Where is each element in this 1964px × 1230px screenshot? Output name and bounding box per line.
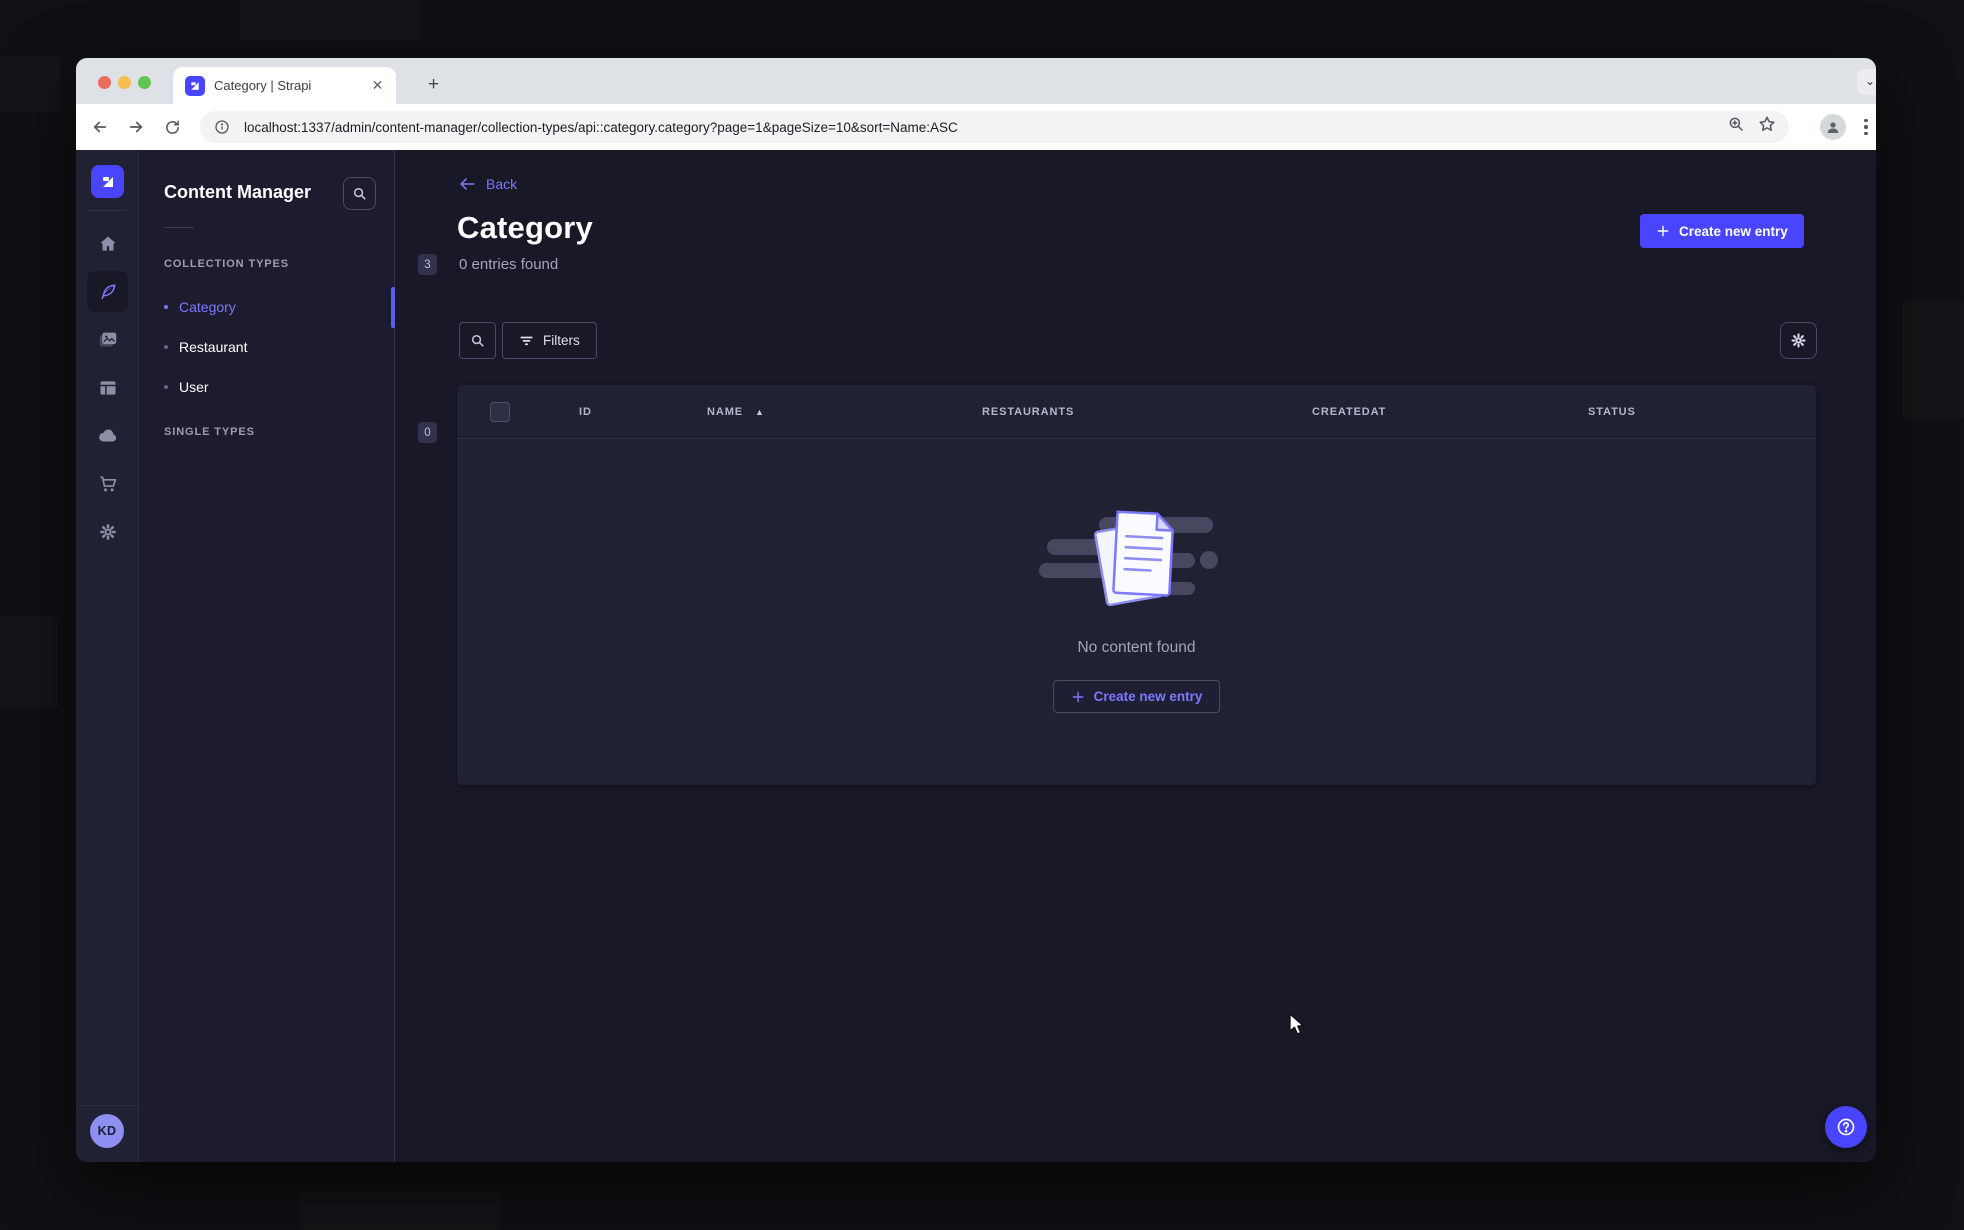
tab-search-chevron-icon[interactable]: ⌄ [1857,69,1876,95]
empty-state-text: No content found [1077,639,1196,656]
single-types-label: SINGLE TYPES [164,426,255,438]
help-button[interactable] [1825,1106,1867,1148]
filters-label: Filters [543,333,580,348]
column-header-createdat[interactable]: CREATEDAT [1312,385,1386,439]
urlbar-actions [1727,115,1776,133]
entries-table: ID NAME ▲ RESTAURANTS CREATEDAT STATUS N… [457,385,1816,785]
browser-window: Category | Strapi ✕ + ⌄ localhost:1337/a… [76,58,1876,1162]
collection-types-label: COLLECTION TYPES [164,258,290,270]
subnav-search-button[interactable] [343,177,376,210]
filters-button[interactable]: Filters [502,322,597,359]
wallpaper-shape [0,616,58,708]
site-info-icon[interactable] [214,119,230,135]
browser-tab[interactable]: Category | Strapi ✕ [173,67,396,104]
rail-divider [88,210,126,211]
back-link[interactable]: Back [459,176,517,192]
forward-icon[interactable] [124,115,148,139]
subnav-item-label: User [179,379,209,395]
select-all-checkbox[interactable] [490,402,510,422]
create-new-entry-button[interactable]: Create new entry [1640,214,1804,248]
bullet-icon [164,345,168,349]
bullet-icon [164,305,168,309]
column-header-restaurants[interactable]: RESTAURANTS [982,385,1074,439]
main-content: Back Category 0 entries found Create new… [396,150,1876,1162]
browser-menu-icon[interactable] [1858,117,1874,137]
strapi-admin: KD Content Manager COLLECTION TYPES 3 Ca… [76,150,1876,1162]
new-tab-button[interactable]: + [421,73,446,98]
main-nav-rail: KD [76,150,139,1162]
wallpaper-shape [240,0,420,40]
wallpaper-shape [300,1192,500,1230]
table-header-row: ID NAME ▲ RESTAURANTS CREATEDAT STATUS [457,385,1816,439]
subnav-divider [164,227,194,228]
empty-documents-illustration [1038,510,1218,607]
bookmark-star-icon[interactable] [1758,115,1776,133]
page-title: Category [457,210,593,245]
strapi-logo[interactable] [91,165,124,198]
back-icon[interactable] [88,115,112,139]
back-arrow-icon [460,178,475,190]
content-manager-icon[interactable] [87,271,128,312]
column-header-id[interactable]: ID [579,385,592,439]
home-icon[interactable] [87,223,128,264]
url-bar[interactable]: localhost:1337/admin/content-manager/col… [200,111,1789,143]
search-button[interactable] [459,322,496,359]
reload-icon[interactable] [160,115,184,139]
entries-count: 0 entries found [459,256,559,273]
strapi-favicon [185,75,205,96]
empty-create-new-entry-button[interactable]: Create new entry [1052,680,1221,713]
url-text[interactable]: localhost:1337/admin/content-manager/col… [244,120,958,135]
tab-title: Category | Strapi [214,78,312,93]
back-label: Back [486,176,518,192]
zoom-icon[interactable] [1727,115,1745,133]
question-mark-icon [1837,1118,1855,1136]
empty-create-new-entry-label: Create new entry [1093,689,1203,704]
cloud-icon[interactable] [87,415,128,456]
wallpaper-shape [1902,300,1964,420]
user-avatar[interactable]: KD [90,1114,124,1148]
subnav-item-user[interactable]: User [164,379,209,395]
column-header-status[interactable]: STATUS [1588,385,1636,439]
gear-icon [1791,333,1806,348]
subnav-item-category[interactable]: Category [164,299,236,315]
browser-profile-icon[interactable] [1820,114,1846,140]
window-close-button[interactable] [98,76,111,89]
media-library-icon[interactable] [87,319,128,360]
settings-gear-icon[interactable] [87,511,128,552]
filter-icon [520,336,533,346]
browser-tab-strip: Category | Strapi ✕ + ⌄ [76,58,1876,104]
content-type-builder-icon[interactable] [87,367,128,408]
tab-close-icon[interactable]: ✕ [369,77,386,94]
window-minimize-button[interactable] [118,76,131,89]
subnav-title: Content Manager [164,182,312,202]
sort-ascending-icon[interactable]: ▲ [755,407,765,417]
view-settings-button[interactable] [1780,322,1817,359]
column-header-name[interactable]: NAME ▲ [707,385,765,439]
window-zoom-button[interactable] [138,76,151,89]
wallpaper-shape [0,56,60,112]
subnav-item-label: Category [179,299,236,315]
subnav-item-label: Restaurant [179,339,248,355]
content-manager-subnav: Content Manager COLLECTION TYPES 3 Categ… [140,150,437,1162]
bullet-icon [164,385,168,389]
plus-icon [1657,225,1669,237]
marketplace-cart-icon[interactable] [87,463,128,504]
create-new-entry-label: Create new entry [1679,223,1788,239]
browser-toolbar: localhost:1337/admin/content-manager/col… [76,104,1876,150]
subnav-item-restaurant[interactable]: Restaurant [164,339,247,355]
search-icon [471,334,484,347]
plus-icon [1072,691,1083,702]
active-item-indicator [391,287,395,328]
